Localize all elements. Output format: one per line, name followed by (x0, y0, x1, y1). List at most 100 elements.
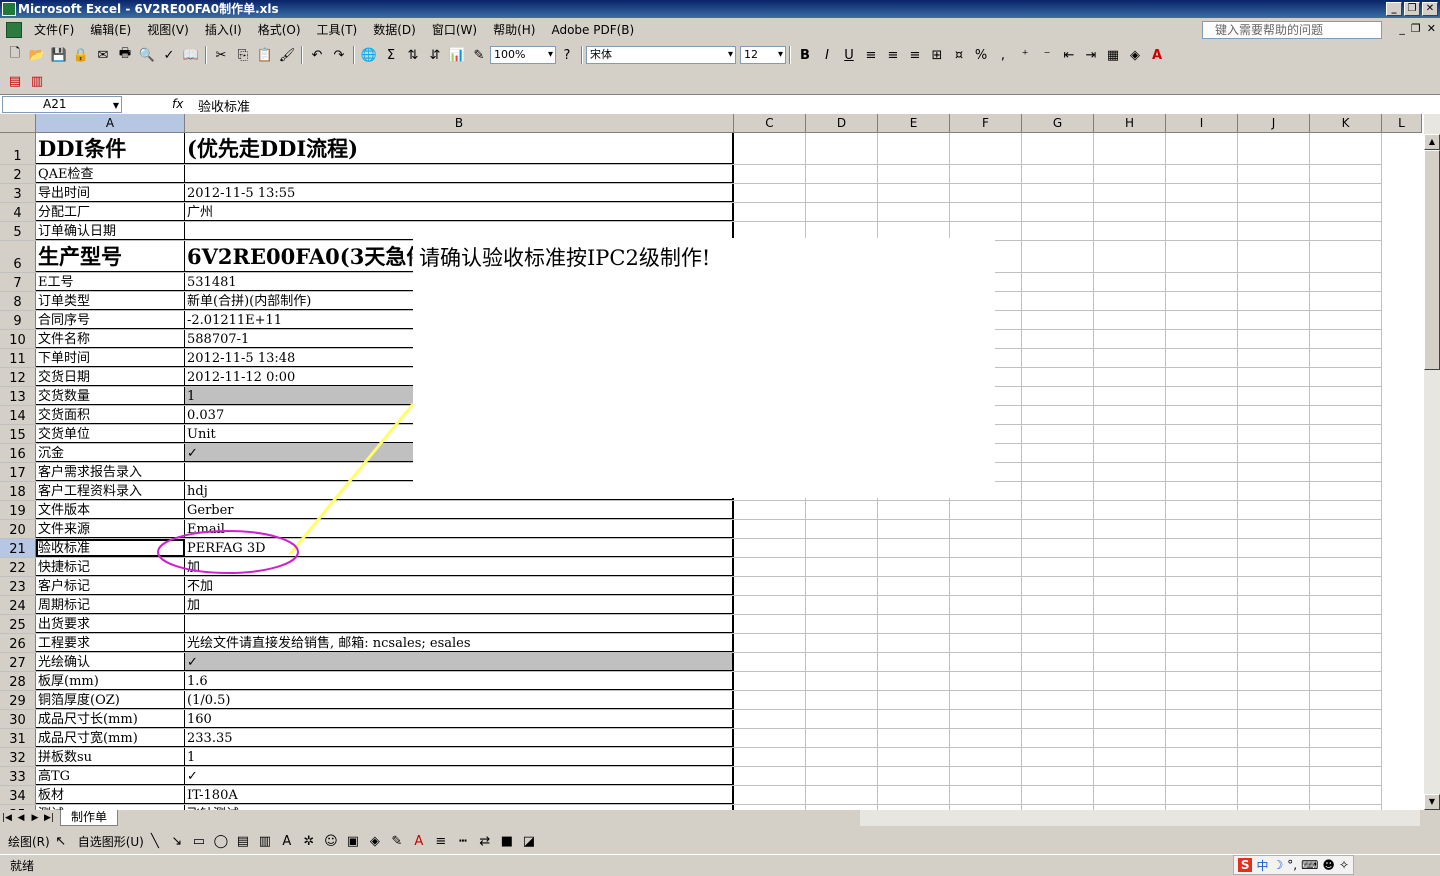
prev-sheet-icon[interactable]: ◀ (14, 813, 28, 823)
pdf-email-icon[interactable]: ▥ (26, 70, 48, 92)
paste-icon[interactable]: 📋 (254, 44, 276, 66)
next-sheet-icon[interactable]: ▶ (28, 813, 42, 823)
italic-button[interactable]: I (816, 44, 838, 66)
font-color-icon[interactable]: A (1146, 44, 1168, 66)
menu-data[interactable]: 数据(D) (365, 18, 424, 42)
percent-icon[interactable]: % (970, 44, 992, 66)
menu-edit[interactable]: 编辑(E) (82, 18, 139, 42)
borders-icon[interactable]: ▦ (1102, 44, 1124, 66)
save-icon[interactable]: 💾 (48, 44, 70, 66)
menu-format[interactable]: 格式(O) (250, 18, 309, 42)
zoom-select[interactable]: 100% (490, 46, 556, 64)
shadow-icon[interactable]: ■ (496, 830, 518, 852)
formula-input[interactable]: 验收标准 (198, 96, 250, 115)
spelling-icon[interactable]: ✓ (158, 44, 180, 66)
ime-punct[interactable]: °, (1287, 858, 1297, 872)
new-icon[interactable]: 🗋 (4, 44, 26, 66)
worksheet-grid[interactable]: A B C D E F G H I J K L 1 DDI条件 (优先走DDI流程)… (0, 114, 1424, 810)
last-sheet-icon[interactable]: ▶| (42, 813, 56, 823)
convert-to-pdf-icon[interactable]: ▤ (4, 70, 26, 92)
first-sheet-icon[interactable]: |◀ (0, 813, 14, 823)
fill-color-icon[interactable]: ◈ (1124, 44, 1146, 66)
cut-icon[interactable]: ✂ (210, 44, 232, 66)
workbook-icon[interactable] (6, 22, 22, 38)
keyboard-icon[interactable]: ⌨ (1301, 858, 1318, 872)
merge-center-icon[interactable]: ⊞ (926, 44, 948, 66)
redo-icon[interactable]: ↷ (328, 44, 350, 66)
restore-button[interactable]: ❐ (1404, 2, 1420, 16)
wrench-icon[interactable]: ✧ (1339, 858, 1349, 872)
oval-icon[interactable]: ◯ (210, 830, 232, 852)
name-box[interactable]: A21 (2, 96, 122, 113)
doc-close-icon[interactable]: ✕ (1427, 22, 1436, 35)
insert-function-icon[interactable]: fx (172, 97, 183, 111)
autosum-icon[interactable]: Σ (380, 44, 402, 66)
help-search-input[interactable]: 键入需要帮助的问题 (1202, 21, 1382, 39)
ime-width[interactable]: ☽ (1273, 858, 1284, 872)
vertical-scroll-thumb[interactable] (1424, 150, 1440, 370)
line-color-icon[interactable]: ✎ (386, 830, 408, 852)
clipart-icon[interactable]: ☺ (320, 830, 342, 852)
vertical-scrollbar[interactable]: ▲ ▼ (1424, 114, 1440, 810)
close-button[interactable]: ✕ (1422, 2, 1438, 16)
print-preview-icon[interactable]: 🔍 (136, 44, 158, 66)
open-icon[interactable]: 📂 (26, 44, 48, 66)
underline-button[interactable]: U (838, 44, 860, 66)
3d-icon[interactable]: ◪ (518, 830, 540, 852)
font-size-select[interactable]: 12 (740, 46, 786, 64)
line-style-icon[interactable]: ≡ (430, 830, 452, 852)
email-icon[interactable]: ✉ (92, 44, 114, 66)
sogou-icon[interactable]: S (1237, 858, 1253, 872)
user-icon[interactable]: ☻ (1322, 858, 1335, 872)
arrow-icon[interactable]: ↘ (166, 830, 188, 852)
bold-button[interactable]: B (794, 44, 816, 66)
arrow-style-icon[interactable]: ⇄ (474, 830, 496, 852)
decrease-indent-icon[interactable]: ⇤ (1058, 44, 1080, 66)
menu-insert[interactable]: 插入(I) (197, 18, 250, 42)
menu-window[interactable]: 窗口(W) (424, 18, 485, 42)
drawing-icon[interactable]: ✎ (468, 44, 490, 66)
menu-view[interactable]: 视图(V) (139, 18, 197, 42)
hyperlink-icon[interactable]: 🌐 (358, 44, 380, 66)
menu-help[interactable]: 帮助(H) (485, 18, 543, 42)
sort-descending-icon[interactable]: ⇵ (424, 44, 446, 66)
draw-menu[interactable]: 绘图(R) (8, 833, 50, 850)
menu-tools[interactable]: 工具(T) (309, 18, 366, 42)
scroll-down-icon[interactable]: ▼ (1424, 794, 1440, 810)
align-center-icon[interactable]: ≡ (882, 44, 904, 66)
menu-file[interactable]: 文件(F) (26, 18, 82, 42)
help-icon[interactable]: ? (556, 44, 578, 66)
chart-wizard-icon[interactable]: 📊 (446, 44, 468, 66)
select-objects-icon[interactable]: ↖ (50, 830, 72, 852)
sheet-tab[interactable]: 制作单 (60, 810, 119, 826)
vertical-textbox-icon[interactable]: ▥ (254, 830, 276, 852)
comma-icon[interactable]: , (992, 44, 1014, 66)
copy-icon[interactable]: ⎘ (232, 44, 254, 66)
fill-color-icon[interactable]: ◈ (364, 830, 386, 852)
textbox-icon[interactable]: ▤ (232, 830, 254, 852)
doc-minimize-icon[interactable]: _ (1399, 22, 1405, 35)
ime-toolbar[interactable]: S 中 ☽ °, ⌨ ☻ ✧ (1232, 855, 1354, 875)
currency-icon[interactable]: ¤ (948, 44, 970, 66)
align-left-icon[interactable]: ≡ (860, 44, 882, 66)
undo-icon[interactable]: ↶ (306, 44, 328, 66)
research-icon[interactable]: 📖 (180, 44, 202, 66)
align-right-icon[interactable]: ≡ (904, 44, 926, 66)
decrease-decimal-icon[interactable]: ⁻ (1036, 44, 1058, 66)
minimize-button[interactable]: _ (1386, 2, 1402, 16)
dash-style-icon[interactable]: ┅ (452, 830, 474, 852)
picture-icon[interactable]: ▣ (342, 830, 364, 852)
scroll-up-icon[interactable]: ▲ (1424, 134, 1440, 150)
rectangle-icon[interactable]: ▭ (188, 830, 210, 852)
diagram-icon[interactable]: ✲ (298, 830, 320, 852)
font-select[interactable]: 宋体 (586, 46, 736, 64)
ime-lang[interactable]: 中 (1256, 857, 1268, 874)
increase-indent-icon[interactable]: ⇥ (1080, 44, 1102, 66)
autoshapes-menu[interactable]: 自选图形(U) (78, 833, 144, 850)
sort-ascending-icon[interactable]: ⇅ (402, 44, 424, 66)
print-icon[interactable]: 🖶 (114, 44, 136, 66)
line-icon[interactable]: ╲ (144, 830, 166, 852)
doc-restore-icon[interactable]: ❐ (1411, 22, 1421, 35)
format-painter-icon[interactable]: 🖌 (276, 44, 298, 66)
increase-decimal-icon[interactable]: ⁺ (1014, 44, 1036, 66)
